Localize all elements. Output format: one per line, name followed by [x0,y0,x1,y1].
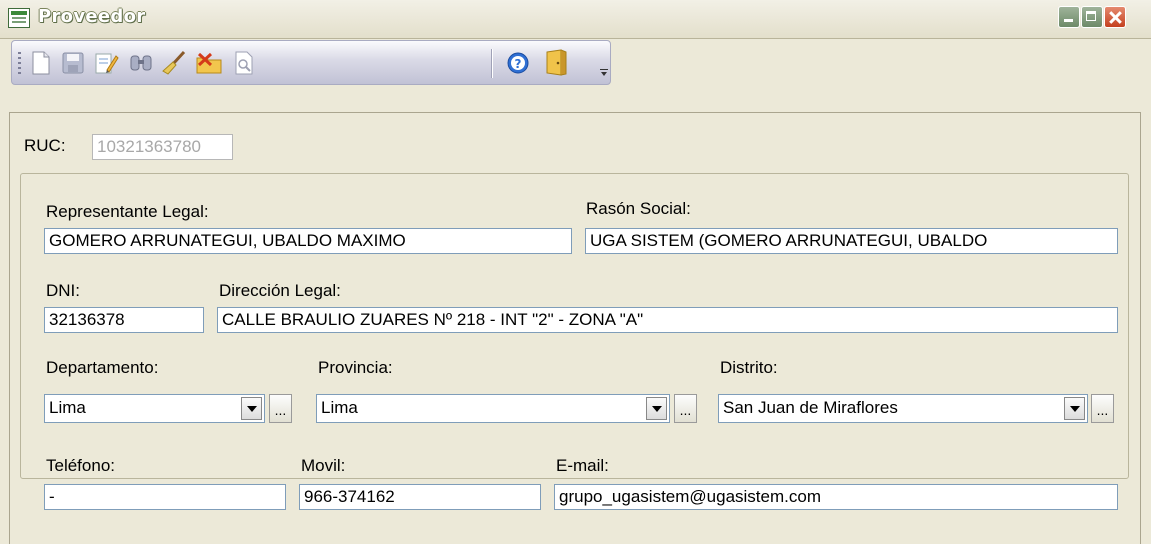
distrito-select[interactable]: San Juan de Miraflores [718,394,1088,423]
direccion-legal-label: Dirección Legal: [219,281,341,300]
help-icon[interactable]: ? [504,49,532,77]
toolbar-separator [491,49,493,78]
find-icon[interactable] [127,49,155,77]
toolbar: ? [11,40,611,85]
email-field[interactable]: grupo_ugasistem@ugasistem.com [554,484,1118,510]
email-label: E-mail: [556,456,609,475]
toolbar-overflow-chevron-icon[interactable] [600,69,608,77]
provincia-value: Lima [321,398,358,417]
chevron-down-icon[interactable] [241,397,262,420]
preview-icon[interactable] [230,49,258,77]
provincia-select[interactable]: Lima [316,394,670,423]
razon-social-field[interactable]: UGA SISTEM (GOMERO ARRUNATEGUI, UBALDO [585,228,1118,254]
window-title: Proveedor [38,6,146,27]
new-icon[interactable] [27,49,55,77]
departamento-label: Departamento: [46,358,159,377]
maximize-button[interactable] [1081,6,1103,28]
departamento-browse-button[interactable]: ... [269,394,292,423]
distrito-browse-button[interactable]: ... [1091,394,1114,423]
toolbar-grip[interactable] [18,52,21,74]
movil-field[interactable]: 966-374162 [299,484,541,510]
provincia-label: Provincia: [318,358,393,377]
departamento-value: Lima [49,398,86,417]
dni-field[interactable]: 32136378 [44,307,204,333]
departamento-select[interactable]: Lima [44,394,265,423]
close-button[interactable] [1104,6,1126,28]
movil-label: Movil: [301,456,346,475]
ruc-field[interactable]: 10321363780 [92,134,233,160]
razon-social-label: Rasón Social: [586,199,691,218]
ruc-label: RUC: [24,136,66,155]
form-icon [8,8,30,28]
save-icon[interactable] [59,49,87,77]
chevron-down-icon[interactable] [646,397,667,420]
chevron-down-icon[interactable] [1064,397,1085,420]
edit-icon[interactable] [92,49,120,77]
delete-icon[interactable] [195,49,223,77]
distrito-value: San Juan de Miraflores [723,398,898,417]
clean-icon[interactable] [160,49,188,77]
title-bar: Proveedor [0,0,1151,39]
representante-legal-label: Representante Legal: [46,202,209,221]
representante-legal-field[interactable]: GOMERO ARRUNATEGUI, UBALDO MAXIMO [44,228,572,254]
exit-icon[interactable] [542,49,570,77]
dni-label: DNI: [46,281,80,300]
telefono-field[interactable]: - [44,484,286,510]
distrito-label: Distrito: [720,358,778,377]
direccion-legal-field[interactable]: CALLE BRAULIO ZUARES Nº 218 - INT "2" - … [217,307,1118,333]
provincia-browse-button[interactable]: ... [674,394,697,423]
svg-text:?: ? [515,57,522,71]
proveedor-window: Proveedor ? RUC: 10321363780 Representan… [0,0,1151,544]
telefono-label: Teléfono: [46,456,115,475]
minimize-button[interactable] [1058,6,1080,28]
